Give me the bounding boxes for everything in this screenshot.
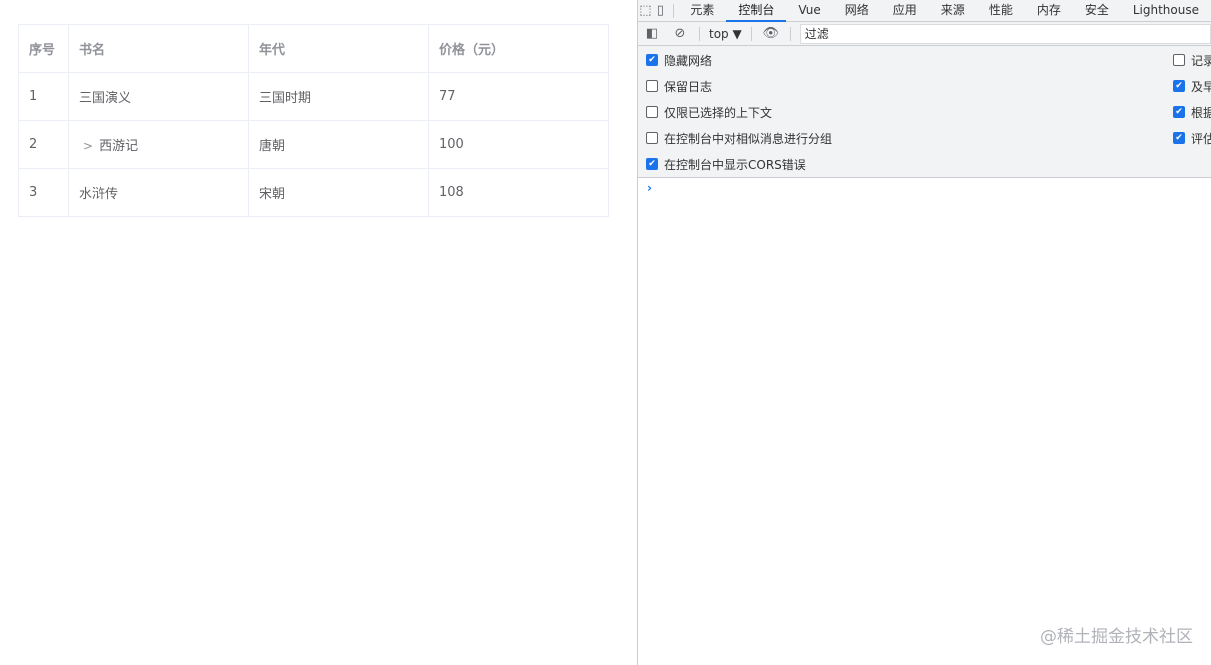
option-label: 根据 [1191, 105, 1211, 120]
divider [699, 26, 700, 41]
checkbox-icon[interactable] [646, 106, 658, 118]
table-row: 1 三国演义 三国时期 77 [18, 72, 609, 121]
live-expression-eye-icon[interactable]: 👁 [757, 26, 785, 41]
option-label: 记录 [1191, 53, 1211, 68]
option-label: 评估 [1191, 131, 1211, 146]
tab-sources[interactable]: 来源 [929, 0, 977, 22]
table-header-row: 序号 书名 年代 价格（元） [18, 24, 609, 73]
filter-input[interactable]: 过滤 [799, 23, 1211, 44]
divider [750, 26, 752, 41]
console-toolbar: ◧ ⊘ top ▼ 👁 过滤 [638, 22, 1211, 46]
console-prompt-icon[interactable]: › [647, 181, 652, 195]
tab-security[interactable]: 安全 [1073, 0, 1121, 22]
option-label: 隐藏网络 [664, 53, 713, 68]
tab-vue[interactable]: Vue [786, 0, 832, 22]
divider [789, 26, 791, 41]
device-toolbar-icon[interactable]: ▯ [653, 3, 668, 18]
sidebar-toggle-icon[interactable]: ◧ [638, 26, 666, 41]
cell-price: 108 [428, 168, 609, 217]
option-label: 保留日志 [664, 79, 713, 94]
checkbox-checked-icon[interactable]: ✔ [646, 158, 658, 170]
cell-index: 2 [18, 120, 69, 169]
divider [672, 3, 674, 18]
option-selected-context[interactable]: 仅限已选择的上下文 [646, 104, 772, 120]
cell-era: 宋朝 [248, 168, 429, 217]
console-settings: ✔ 隐藏网络 保留日志 仅限已选择的上下文 在控制台中对相似消息进行分组 ✔ 在控制… [638, 46, 1211, 178]
option-eager-eval[interactable]: ✔ 及早 [1173, 78, 1211, 94]
option-log-xhr[interactable]: 记录 [1173, 52, 1211, 68]
tab-elements[interactable]: 元素 [678, 0, 726, 22]
table-row: 2 > 西游记 唐朝 100 [18, 120, 609, 169]
option-autocomplete-history[interactable]: ✔ 根据 [1173, 104, 1211, 120]
option-hide-network[interactable]: ✔ 隐藏网络 [646, 52, 712, 68]
header-era: 年代 [248, 24, 429, 73]
option-label: 在控制台中显示CORS错误 [664, 157, 806, 172]
cell-name-text: 西游记 [99, 139, 139, 154]
cell-era: 三国时期 [248, 72, 429, 121]
option-group-similar[interactable]: 在控制台中对相似消息进行分组 [646, 130, 832, 146]
option-label: 在控制台中对相似消息进行分组 [664, 131, 833, 146]
tab-console[interactable]: 控制台 [726, 0, 787, 22]
tab-lighthouse[interactable]: Lighthouse [1121, 0, 1211, 22]
checkbox-checked-icon[interactable]: ✔ [646, 54, 658, 66]
clear-console-icon[interactable]: ⊘ [666, 26, 694, 41]
checkbox-icon[interactable] [646, 80, 658, 92]
cell-name: > 西游记 [68, 120, 249, 169]
watermark: @稀土掘金技术社区 [1040, 627, 1193, 647]
table-row: 3 水浒传 宋朝 108 [18, 168, 609, 217]
header-index: 序号 [18, 24, 69, 73]
checkbox-checked-icon[interactable]: ✔ [1173, 132, 1185, 144]
option-label: 仅限已选择的上下文 [664, 105, 773, 120]
checkbox-icon[interactable] [1173, 54, 1185, 66]
tab-network[interactable]: 网络 [833, 0, 881, 22]
devtools-tab-bar: ⬚ ▯ 元素 控制台 Vue 网络 应用 来源 性能 内存 安全 Lightho… [638, 0, 1211, 22]
checkbox-icon[interactable] [646, 132, 658, 144]
cell-era: 唐朝 [248, 120, 429, 169]
option-show-cors[interactable]: ✔ 在控制台中显示CORS错误 [646, 156, 806, 172]
cell-name: 水浒传 [68, 168, 249, 217]
checkbox-checked-icon[interactable]: ✔ [1173, 80, 1185, 92]
checkbox-checked-icon[interactable]: ✔ [1173, 106, 1185, 118]
tab-application[interactable]: 应用 [881, 0, 929, 22]
devtools-panel: ⬚ ▯ 元素 控制台 Vue 网络 应用 来源 性能 内存 安全 Lightho… [638, 0, 1211, 665]
books-table: 序号 书名 年代 价格（元） 1 三国演义 三国时期 77 2 > 西游记 唐朝 … [18, 24, 609, 217]
option-preserve-log[interactable]: 保留日志 [646, 78, 712, 94]
header-name: 书名 [68, 24, 249, 73]
expand-chevron-icon[interactable]: > [83, 139, 93, 153]
cell-price: 100 [428, 120, 609, 169]
tab-performance[interactable]: 性能 [977, 0, 1025, 22]
cell-name: 三国演义 [68, 72, 249, 121]
cell-price: 77 [428, 72, 609, 121]
header-price: 价格（元） [428, 24, 609, 73]
cell-index: 1 [18, 72, 69, 121]
cell-index: 3 [18, 168, 69, 217]
context-selector[interactable]: top ▼ [705, 27, 746, 41]
app-page: 序号 书名 年代 价格（元） 1 三国演义 三国时期 77 2 > 西游记 唐朝 … [0, 0, 637, 665]
option-label: 及早 [1191, 79, 1211, 94]
inspect-element-icon[interactable]: ⬚ [638, 3, 653, 18]
option-evaluate-triggers[interactable]: ✔ 评估 [1173, 130, 1211, 146]
tab-memory[interactable]: 内存 [1025, 0, 1073, 22]
